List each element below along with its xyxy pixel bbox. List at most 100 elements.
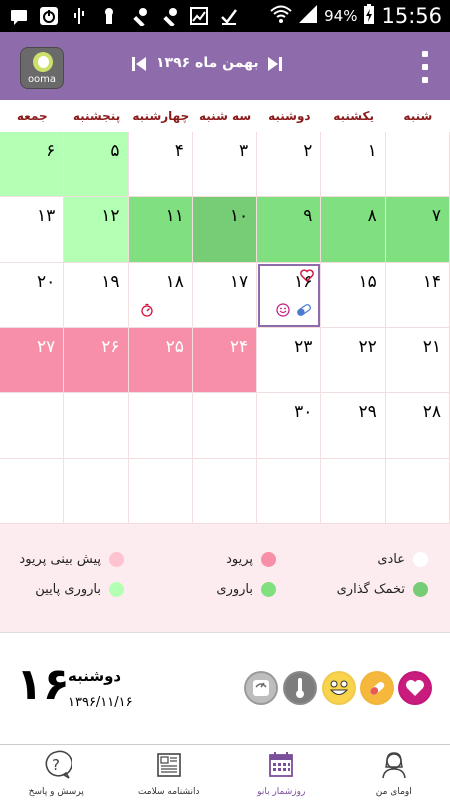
heart-outline-icon bbox=[300, 267, 315, 286]
day-number: ۳۰ bbox=[294, 402, 313, 423]
day-number: ۷ bbox=[431, 206, 441, 227]
calendar-day-cell[interactable]: ۲ bbox=[257, 132, 322, 198]
day-number: ۲۳ bbox=[294, 337, 313, 357]
month-navigator: بهمن ماه ۱۳۹۶ bbox=[130, 54, 282, 78]
calendar-day-cell[interactable]: ۱۱ bbox=[128, 197, 193, 263]
calendar-day-cell[interactable]: ۹ bbox=[257, 197, 322, 263]
calendar-empty-cell bbox=[321, 458, 386, 524]
calendar-day-cell[interactable]: ۲۴ bbox=[192, 328, 258, 394]
calendar-day-cell[interactable]: ۱۹ bbox=[64, 262, 129, 328]
calendar-day-cell[interactable]: ۱۸ bbox=[128, 262, 193, 328]
calendar-day-cell[interactable]: ۲۸ bbox=[385, 393, 450, 459]
heart-icon[interactable] bbox=[398, 671, 432, 705]
calendar-empty-cell bbox=[385, 132, 450, 198]
day-number: ۵ bbox=[110, 141, 120, 161]
weekday-friday: جمعه bbox=[16, 109, 48, 123]
calendar-day-cell[interactable]: ۳ bbox=[192, 132, 258, 198]
legend-normal-dot bbox=[413, 552, 428, 567]
weekday-saturday: شنبه bbox=[403, 109, 433, 123]
legend-fertility-dot bbox=[261, 582, 276, 597]
weekday-tuesday: سه شنبه bbox=[199, 109, 252, 123]
calendar-day-cell[interactable]: ۲۹ bbox=[321, 393, 386, 459]
calendar-empty-cell bbox=[64, 393, 129, 459]
nav-encyclopedia[interactable]: دانشنامه سلامت bbox=[113, 745, 226, 800]
day-number: ۶ bbox=[46, 141, 56, 161]
calendar-day-cell[interactable]: ۱۰ bbox=[192, 197, 258, 263]
day-number: ۲ bbox=[303, 141, 313, 161]
day-number: ۹ bbox=[303, 206, 313, 227]
legend-low-fertility-dot bbox=[109, 582, 124, 597]
nav-encyclopedia-label: دانشنامه سلامت bbox=[137, 787, 200, 797]
day-number: ۱۹ bbox=[101, 271, 120, 292]
calendar-day-cell[interactable]: ۲۶ bbox=[64, 328, 129, 394]
newspaper-icon bbox=[153, 749, 185, 785]
weekday-thursday: پنجشنبه bbox=[72, 109, 121, 123]
calendar-day-cell[interactable]: ۲۲ bbox=[321, 328, 386, 394]
nav-profile[interactable]: اومای من bbox=[338, 745, 450, 800]
calendar-icon bbox=[265, 749, 297, 785]
legend-normal: عادی bbox=[377, 552, 428, 567]
nav-qa-label: پرسش و پاسخ bbox=[28, 787, 84, 797]
day-number: ۱۱ bbox=[165, 206, 184, 227]
calendar-day-cell[interactable]: ۲۳ bbox=[257, 328, 322, 394]
smiley-icon bbox=[276, 302, 291, 321]
day-number: ۱ bbox=[367, 141, 377, 161]
legend-period-label: پریود bbox=[226, 552, 253, 567]
nav-calendar[interactable]: روزشمار بانو bbox=[225, 745, 338, 800]
calendar-day-cell[interactable]: ۷ bbox=[385, 197, 450, 263]
calendar-day-cell[interactable]: ۲۱ bbox=[385, 328, 450, 394]
pill-icon bbox=[296, 302, 312, 321]
checkmark-icon bbox=[218, 5, 240, 27]
nav-qa[interactable]: ? پرسش و پاسخ bbox=[0, 745, 113, 800]
previous-month-button[interactable] bbox=[132, 56, 150, 76]
weekday-sunday: یکشنبه bbox=[333, 109, 374, 123]
mood-smiley-icon[interactable] bbox=[322, 671, 356, 705]
calendar-empty-cell bbox=[257, 458, 322, 524]
weekday-monday: دوشنبه bbox=[268, 109, 311, 123]
calendar-day-cell[interactable]: ۱۳ bbox=[0, 197, 65, 263]
month-title: بهمن ماه ۱۳۹۶ bbox=[156, 55, 259, 71]
logo-text: ooma bbox=[27, 74, 57, 85]
legend-ovulation: تخمک گذاری bbox=[337, 582, 428, 597]
calendar-day-cell[interactable]: ۱۴ bbox=[385, 262, 450, 328]
calendar-empty-cell bbox=[0, 393, 65, 459]
day-summary: ۱۶ دوشنبه ۱۳۹۶/۱۱/۱۶ bbox=[0, 632, 450, 744]
bottom-navigation: ? پرسش و پاسخ دانشنامه سلامت روزشمار بان… bbox=[0, 744, 450, 800]
overflow-menu-button[interactable] bbox=[420, 51, 430, 83]
calendar-day-cell[interactable]: ۳۰ bbox=[257, 393, 322, 459]
calendar-day-cell[interactable]: ۱۵ bbox=[321, 262, 386, 328]
summary-day-number: ۱۶ bbox=[16, 659, 70, 710]
calendar-day-cell[interactable]: ۲۵ bbox=[128, 328, 193, 394]
summary-date: ۱۳۹۶/۱۱/۱۶ bbox=[68, 695, 133, 710]
thermometer-icon[interactable] bbox=[283, 671, 317, 705]
calendar-empty-cell bbox=[64, 458, 129, 524]
medicine-pill-icon[interactable] bbox=[360, 671, 394, 705]
calendar-day-cell[interactable]: ۲۰ bbox=[0, 262, 65, 328]
day-number: ۲۸ bbox=[422, 402, 441, 423]
calendar-day-cell-selected[interactable]: ۱۶ bbox=[257, 262, 322, 328]
weight-scale-icon[interactable] bbox=[244, 671, 278, 705]
next-month-button[interactable] bbox=[268, 56, 286, 76]
calendar-day-cell[interactable]: ۸ bbox=[321, 197, 386, 263]
calendar-empty-cell bbox=[128, 458, 193, 524]
calendar-day-cell[interactable]: ۱۷ bbox=[192, 262, 258, 328]
calendar-day-cell[interactable]: ۲۷ bbox=[0, 328, 65, 394]
app-logo[interactable]: ooma bbox=[20, 47, 64, 89]
calendar-empty-cell bbox=[192, 458, 258, 524]
calendar-empty-cell bbox=[385, 458, 450, 524]
status-bar: 94% 15:56 bbox=[0, 0, 450, 32]
legend-period-forecast-dot bbox=[109, 552, 124, 567]
svg-text:?: ? bbox=[52, 756, 60, 774]
wifi-icon bbox=[270, 4, 292, 28]
calendar-day-cell[interactable]: ۶ bbox=[0, 132, 65, 198]
day-number: ۲۹ bbox=[358, 402, 377, 423]
calendar-day-cell[interactable]: ۴ bbox=[128, 132, 193, 198]
day-number: ۲۱ bbox=[422, 337, 441, 357]
calendar-day-cell[interactable]: ۵ bbox=[64, 132, 129, 198]
legend-low-fertility: باروری پایین bbox=[35, 582, 124, 597]
clock: 15:56 bbox=[381, 4, 442, 28]
day-number: ۱۵ bbox=[358, 271, 377, 292]
day-number: ۴ bbox=[174, 141, 184, 161]
calendar-day-cell[interactable]: ۱۲ bbox=[64, 197, 129, 263]
calendar-day-cell[interactable]: ۱ bbox=[321, 132, 386, 198]
